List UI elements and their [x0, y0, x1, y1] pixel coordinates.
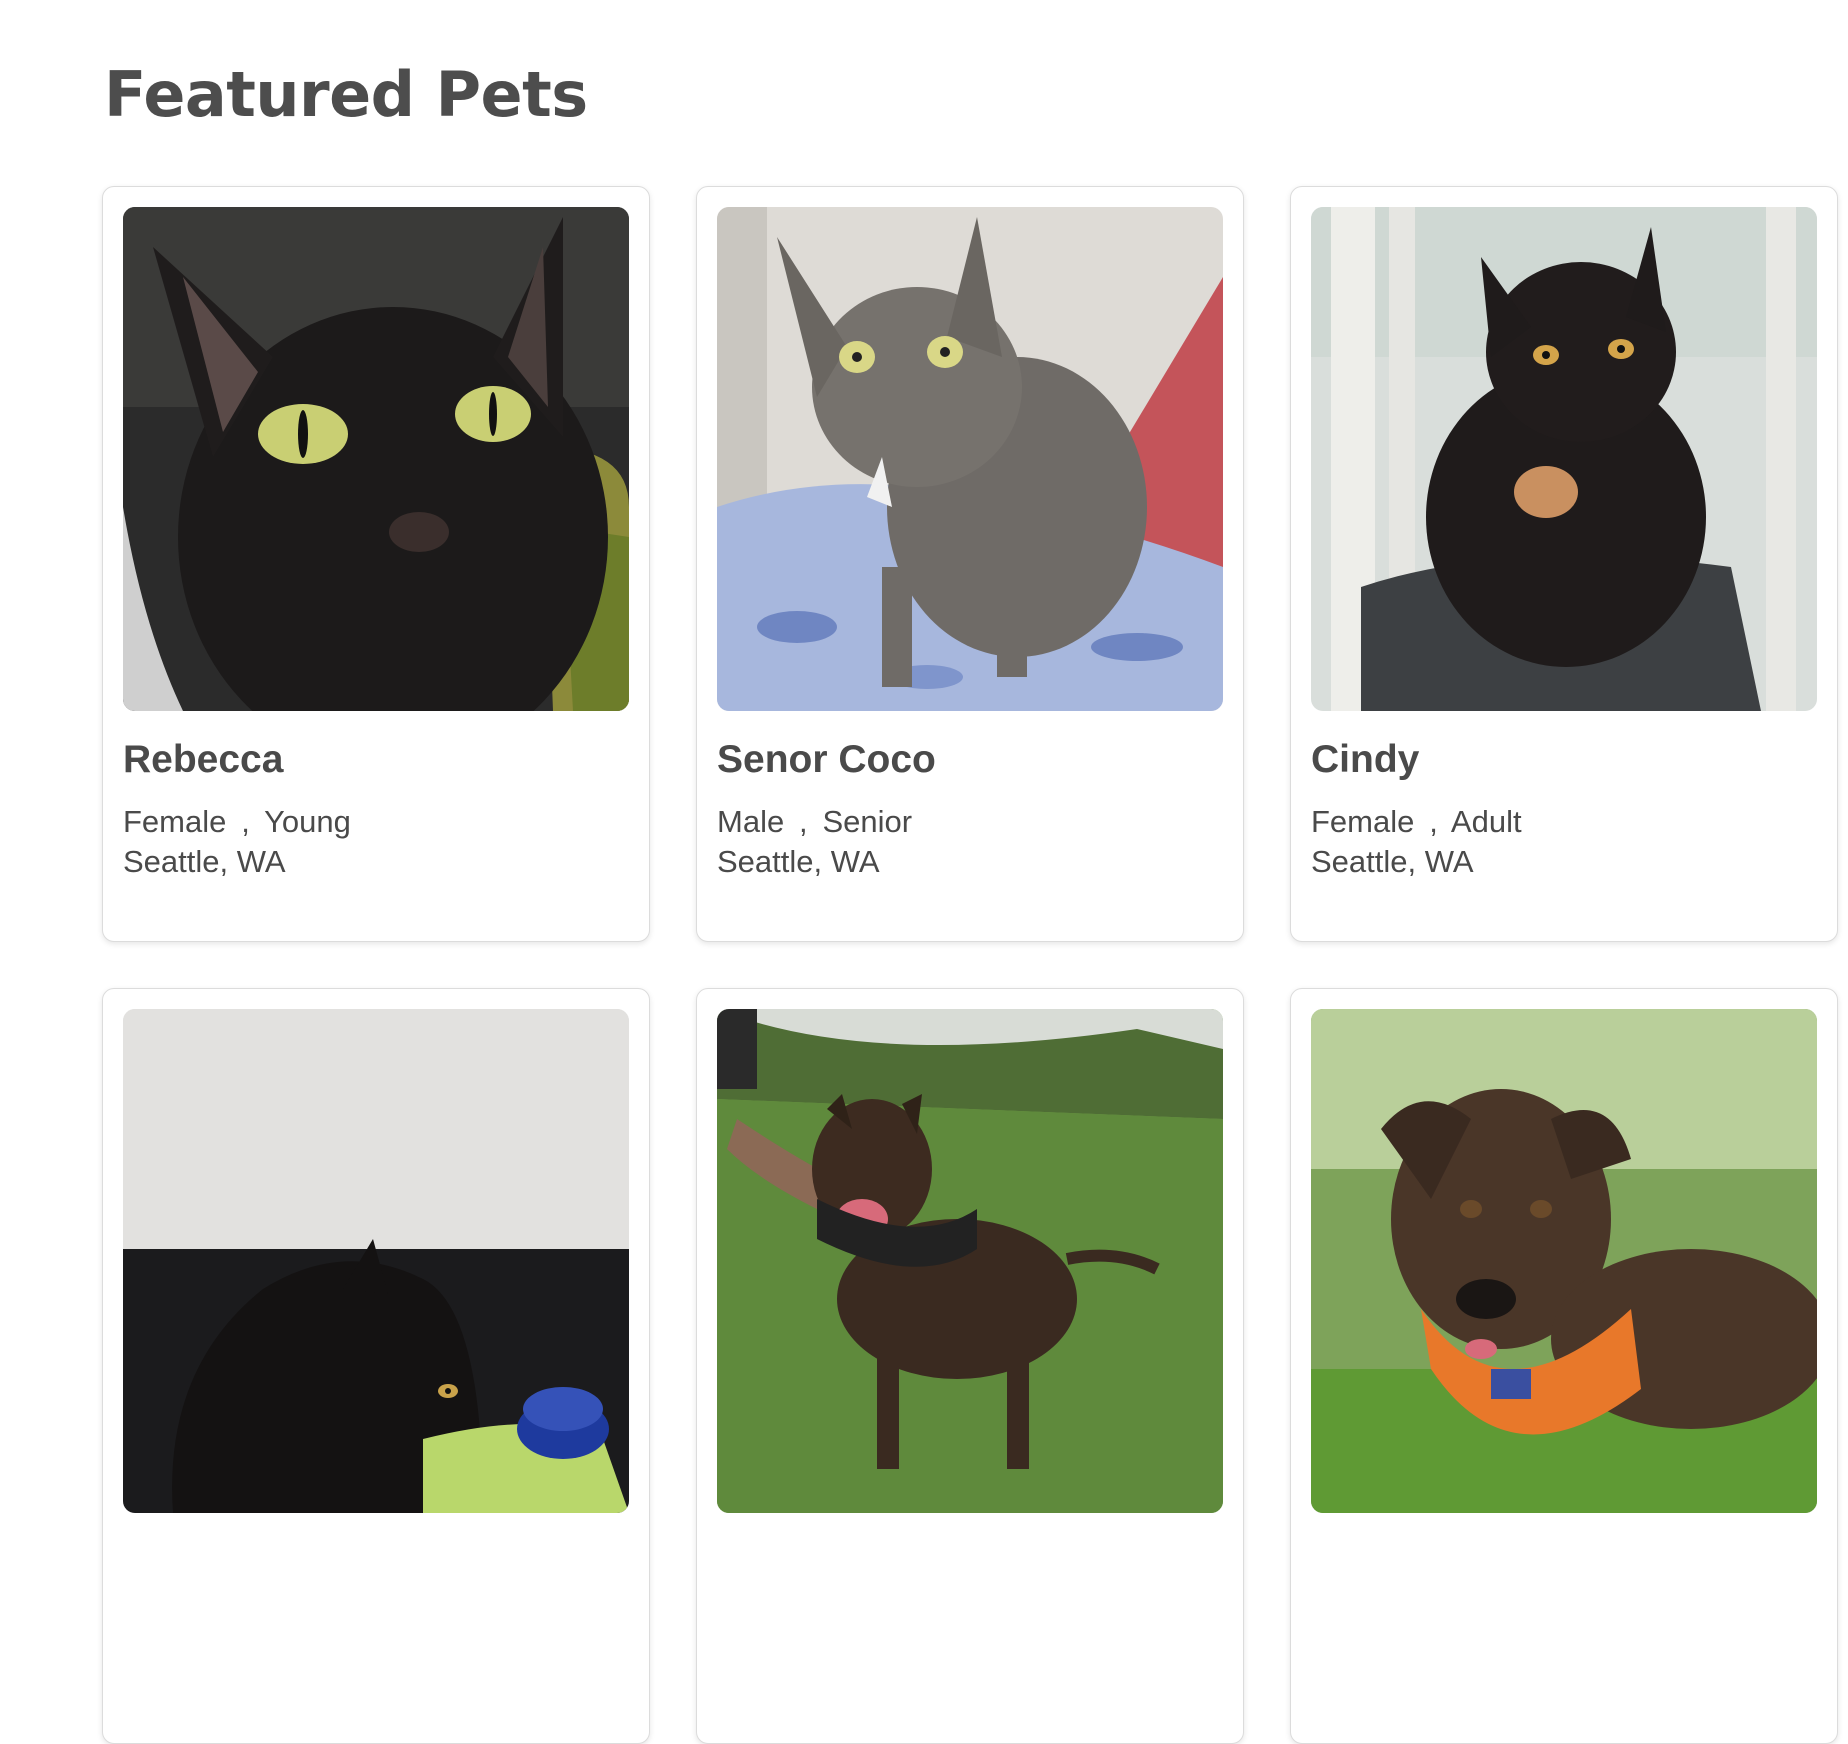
pet-gender-age: Female , Young — [123, 802, 629, 842]
pet-card-cindy[interactable]: Cindy Female , Adult Seattle, WA — [1290, 186, 1838, 942]
pet-location: Seattle, WA — [123, 843, 286, 879]
pet-gender-age: Female , Adult — [1311, 802, 1817, 842]
separator: , — [1429, 803, 1438, 839]
black-cat-photo[interactable] — [123, 207, 629, 711]
pet-name: Cindy — [1311, 738, 1420, 781]
separator: , — [799, 803, 808, 839]
pet-grid: Rebecca Female , Young Seattle, WA Senor… — [102, 186, 1838, 1744]
brindle-dog-harness-photo[interactable] — [717, 1009, 1223, 1513]
black-cat-bowl-photo[interactable] — [123, 1009, 629, 1513]
pet-name: Rebecca — [123, 738, 284, 781]
page-title: Featured Pets — [104, 58, 588, 131]
tortoiseshell-cat-photo[interactable] — [1311, 207, 1817, 711]
pet-details: Female , Young Seattle, WA — [123, 802, 629, 882]
pet-details: Female , Adult Seattle, WA — [1311, 802, 1817, 882]
brindle-dog-bandana-photo[interactable] — [1311, 1009, 1817, 1513]
pet-details: Male , Senior Seattle, WA — [717, 802, 1223, 882]
pet-card-senor-coco[interactable]: Senor Coco Male , Senior Seattle, WA — [696, 186, 1244, 942]
pet-age: Adult — [1450, 803, 1522, 839]
pet-card-rebecca[interactable]: Rebecca Female , Young Seattle, WA — [102, 186, 650, 942]
pet-name: Senor Coco — [717, 738, 936, 781]
pet-card[interactable] — [1290, 988, 1838, 1744]
pet-age: Young — [264, 803, 351, 839]
pet-gender: Female — [123, 803, 227, 839]
pet-location: Seattle, WA — [717, 843, 880, 879]
pet-card[interactable] — [696, 988, 1244, 1744]
pet-gender: Female — [1311, 803, 1415, 839]
gray-cat-photo[interactable] — [717, 207, 1223, 711]
pet-age: Senior — [822, 803, 913, 839]
pet-gender-age: Male , Senior — [717, 802, 1223, 842]
separator: , — [241, 803, 250, 839]
pet-gender: Male — [717, 803, 785, 839]
pet-location: Seattle, WA — [1311, 843, 1474, 879]
pet-card[interactable] — [102, 988, 650, 1744]
